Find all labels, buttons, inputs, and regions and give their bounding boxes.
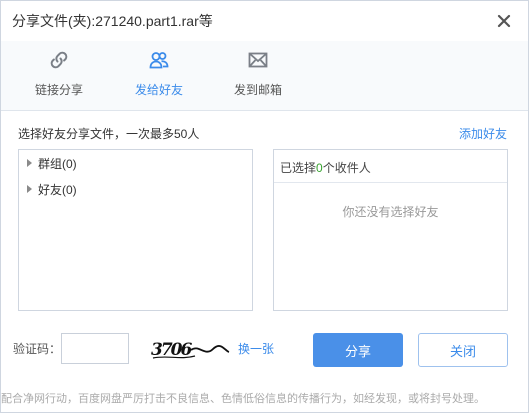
dialog-title: 分享文件(夹):271240.part1.rar等 <box>12 13 213 29</box>
tab-label: 链接分享 <box>34 83 83 97</box>
tree-item-friends[interactable]: 好友(0) <box>27 181 77 199</box>
tab-send-to-friends[interactable]: 发给好友 <box>121 49 197 107</box>
tab-send-to-email[interactable]: 发到邮箱 <box>220 49 296 107</box>
recipients-prefix: 已选择 <box>280 161 317 175</box>
recipients-suffix: 个收件人 <box>322 161 371 175</box>
captcha-image: 3706 <box>151 340 230 360</box>
close-icon[interactable] <box>495 12 513 30</box>
friends-hint: 选择好友分享文件，一次最多50人 <box>18 127 200 141</box>
recipients-count: 0 <box>316 161 323 175</box>
tree-item-label: 群组(0) <box>38 157 77 171</box>
captcha-label: 验证码： <box>13 342 62 356</box>
share-button[interactable]: 分享 <box>313 333 403 367</box>
friend-tree-panel: 群组(0) 好友(0) <box>18 149 253 311</box>
friends-icon <box>149 52 169 69</box>
selected-recipients-panel: 已选择0个收件人 你还没有选择好友 <box>273 149 508 311</box>
tab-label: 发给好友 <box>134 83 183 97</box>
close-button[interactable]: 关闭 <box>418 333 508 367</box>
caret-right-icon <box>27 185 32 193</box>
tab-link-share[interactable]: 链接分享 <box>21 49 97 107</box>
policy-notice: 配合净网行动，百度网盘严厉打击不良信息、色情低俗信息的传播行为，如经发现，或将封… <box>1 393 485 405</box>
dialog-titlebar: 分享文件(夹):271240.part1.rar等 <box>1 1 528 41</box>
captcha-input[interactable] <box>61 333 129 364</box>
tab-label: 发到邮箱 <box>233 83 282 97</box>
recipients-header: 已选择0个收件人 <box>274 150 507 183</box>
share-dialog: 分享文件(夹):271240.part1.rar等 链接分享 发给好友 发到邮箱… <box>0 0 529 413</box>
refresh-captcha-link[interactable]: 换一张 <box>238 340 274 357</box>
tree-item-groups[interactable]: 群组(0) <box>27 155 77 173</box>
mail-icon <box>248 52 268 68</box>
tree-item-label: 好友(0) <box>38 183 77 197</box>
add-friend-link[interactable]: 添加好友 <box>459 125 507 142</box>
share-method-tabs: 链接分享 发给好友 发到邮箱 <box>1 41 528 111</box>
caret-right-icon <box>27 159 32 167</box>
link-icon <box>50 51 68 69</box>
empty-recipients-message: 你还没有选择好友 <box>342 205 439 219</box>
